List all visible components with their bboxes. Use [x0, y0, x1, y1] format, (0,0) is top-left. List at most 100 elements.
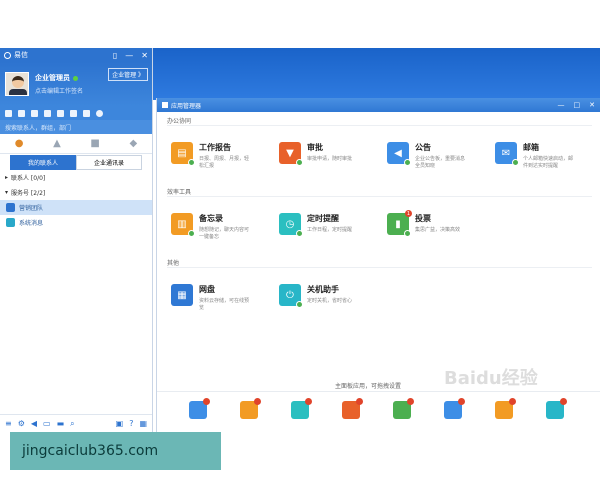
- installed-check-icon: [296, 301, 303, 308]
- app-announcement[interactable]: ◀ 公告 企业公告板，重要消息全员知晓: [387, 142, 467, 170]
- minimize-icon[interactable]: —: [125, 51, 133, 60]
- minimize-icon[interactable]: —: [558, 101, 565, 109]
- app-mailbox[interactable]: ✉ 邮箱 个人邮箱快速启动，邮件到达实时提醒: [495, 142, 575, 170]
- close-icon[interactable]: ✕: [141, 51, 148, 60]
- remove-icon[interactable]: [458, 398, 465, 405]
- installed-check-icon: [188, 230, 195, 237]
- apps-icon[interactable]: ▦: [139, 419, 147, 428]
- section-title: 办公协同: [167, 118, 192, 125]
- power-icon[interactable]: [96, 109, 103, 117]
- bar-chart-icon: ▮ 1: [387, 210, 412, 237]
- settings-icon[interactable]: ⚙: [18, 419, 25, 428]
- dock-report-icon[interactable]: [240, 398, 261, 419]
- org-tab-icon[interactable]: ■: [90, 138, 99, 149]
- app-memo[interactable]: ▥ 备忘录 随想随记，聊天内容可一键备忘: [171, 213, 251, 241]
- cloud-disk-icon: ▦: [171, 284, 193, 306]
- remove-icon[interactable]: [203, 398, 210, 405]
- stamp-icon: ▼: [279, 142, 303, 166]
- section-title: 效率工具: [167, 189, 192, 196]
- dock-work-report-icon[interactable]: [342, 398, 363, 419]
- remove-icon[interactable]: [305, 398, 312, 405]
- work-signature[interactable]: 点击编辑工作签名: [35, 86, 83, 95]
- dock-memo-icon[interactable]: [495, 398, 516, 419]
- tab-enterprise-directory[interactable]: 企业通讯录: [76, 154, 142, 170]
- chart-icon[interactable]: [57, 109, 64, 117]
- app-approval[interactable]: ▼ 审批 审批申请，随时审批: [279, 142, 359, 166]
- app-vote[interactable]: ▮ 1 投票 集思广益，决策高效: [387, 210, 467, 237]
- group-service-accounts[interactable]: ▾ 服务号 [2/2]: [0, 185, 152, 200]
- installed-check-icon: [404, 159, 411, 166]
- messages-tab-icon[interactable]: ◆: [129, 138, 137, 149]
- app-manager-title: 应用管理器: [171, 102, 202, 110]
- contacts-tab-icon[interactable]: ●: [15, 138, 24, 149]
- installed-check-icon: [296, 230, 303, 237]
- folder-icon[interactable]: ▬: [57, 419, 65, 428]
- section-divider: [167, 267, 592, 268]
- online-status-icon[interactable]: [73, 75, 78, 81]
- menu-icon[interactable]: ≡: [5, 419, 12, 428]
- remove-icon[interactable]: [560, 398, 567, 405]
- notebook-icon: ▥: [171, 213, 195, 237]
- chat-icon[interactable]: [18, 109, 25, 117]
- profile-area: 企业管理员 点击编辑工作签名 企业管理 》: [0, 62, 152, 106]
- dock-shutdown-icon[interactable]: [546, 398, 567, 419]
- app-shutdown-helper[interactable]: ⏻ 关机助手 定时关机，省时省心: [279, 284, 359, 308]
- dock-reminder-icon[interactable]: [291, 398, 312, 419]
- group-contacts[interactable]: ▸ 联系人 [0/0]: [0, 170, 152, 185]
- remove-icon[interactable]: [407, 398, 414, 405]
- drag-hint: 主面板应用，可拖拽设置: [335, 383, 402, 390]
- search-icon[interactable]: ⌕: [70, 419, 74, 429]
- mail-icon[interactable]: [5, 109, 12, 117]
- list-item[interactable]: 营销团队: [0, 200, 152, 215]
- maximize-icon[interactable]: □: [574, 101, 581, 109]
- watermark-logo: Baidu经验: [444, 368, 538, 389]
- installed-check-icon: [512, 159, 519, 166]
- group-tab-icon[interactable]: ▲: [53, 138, 61, 149]
- megaphone-icon[interactable]: [70, 109, 77, 117]
- avatar[interactable]: [5, 72, 29, 96]
- installed-check-icon: [404, 230, 411, 237]
- service-account-icon: [6, 203, 15, 212]
- section-divider: [167, 125, 592, 126]
- sound-icon[interactable]: ◀: [31, 419, 37, 428]
- mail-bottom-icon[interactable]: ▣: [116, 419, 124, 428]
- phone-icon[interactable]: ▯: [113, 51, 117, 60]
- desktop-background: [153, 48, 600, 100]
- messenger-panel: 易信 ▯ — ✕ 企业管理员 点击编辑工作签名 企业管理 》 搜索联系人，群组，…: [0, 48, 153, 432]
- list-item[interactable]: 系统消息: [0, 215, 152, 230]
- close-icon[interactable]: ✕: [589, 101, 595, 109]
- contact-sub-tabs: 我的联系人 企业通讯录: [0, 154, 152, 170]
- app-logo-icon: [4, 51, 11, 59]
- contact-search-input[interactable]: 搜索联系人，群组，部门: [0, 120, 152, 134]
- app-manager-titlebar: 应用管理器 — □ ✕: [157, 98, 600, 112]
- enterprise-manage-button[interactable]: 企业管理 》: [108, 68, 148, 81]
- tab-my-contacts[interactable]: 我的联系人: [10, 154, 76, 170]
- upload-icon[interactable]: [83, 109, 90, 117]
- caret-down-icon: ▾: [5, 189, 9, 196]
- calendar-icon[interactable]: [44, 109, 51, 117]
- screenshot-stage: 易信 ▯ — ✕ 企业管理员 点击编辑工作签名 企业管理 》 搜索联系人，群组，…: [0, 0, 600, 480]
- dock-mail-icon[interactable]: [189, 398, 210, 419]
- checklist-icon[interactable]: [31, 109, 38, 117]
- envelope-icon: ✉: [495, 142, 519, 166]
- app-timed-reminder[interactable]: ◷ 定时提醒 工作日程，定时提醒: [279, 213, 359, 237]
- alarm-clock-icon: ◷: [279, 213, 303, 237]
- report-icon: ▤: [171, 142, 195, 166]
- panel-title: 易信: [14, 51, 28, 59]
- tool-bar: [0, 106, 152, 120]
- notification-badge: 1: [405, 210, 412, 217]
- app-cloud-disk[interactable]: ▦ 网盘 资料云存储，可在线预览: [171, 284, 251, 312]
- power-icon: ⏻: [279, 284, 303, 308]
- remove-icon[interactable]: [509, 398, 516, 405]
- help-icon[interactable]: ?: [129, 419, 133, 428]
- app-manager-icon: [162, 102, 168, 108]
- remove-icon[interactable]: [254, 398, 261, 405]
- app-work-report[interactable]: ▤ 工作报告 日报、周报、月报，轻松汇报: [171, 142, 251, 170]
- panel-tabs: ● ▲ ■ ◆: [0, 134, 152, 154]
- dock-vote-icon[interactable]: [393, 398, 414, 419]
- message-box-icon[interactable]: ▭: [43, 419, 51, 428]
- remove-icon[interactable]: [356, 398, 363, 405]
- main-panel-dock: [157, 391, 600, 431]
- dock-announcement-icon[interactable]: [444, 398, 465, 419]
- panel-titlebar: 易信 ▯ — ✕: [0, 48, 152, 62]
